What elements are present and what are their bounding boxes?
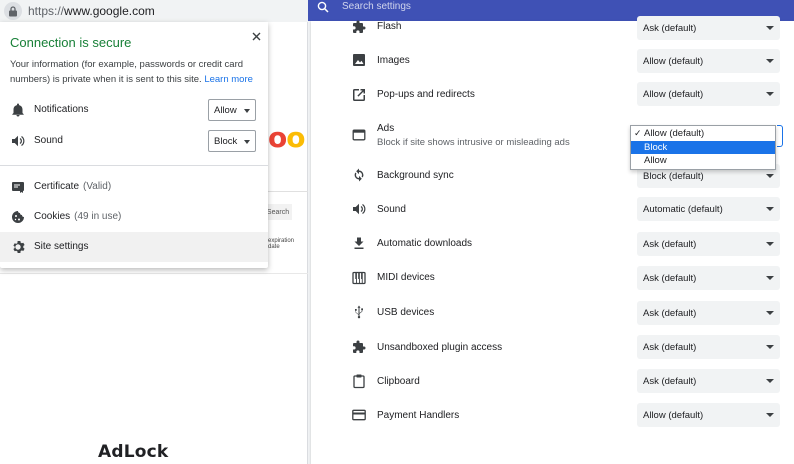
setting-row-popups[interactable]: Pop-ups and redirects Allow (default) <box>311 77 794 111</box>
adlock-watermark: AdLock <box>98 442 169 462</box>
site-info-popup: Connection is secure Your information (f… <box>0 22 268 268</box>
setting-row-flash[interactable]: Flash Ask (default) <box>311 10 794 44</box>
gear-icon <box>10 239 26 255</box>
chevron-down-icon <box>766 26 774 30</box>
credit-card-icon <box>351 407 367 423</box>
ads-option-block[interactable]: Block <box>631 141 775 154</box>
setting-row-payment-handlers[interactable]: Payment Handlers Allow (default) <box>311 398 794 432</box>
piano-keys-icon <box>351 270 367 286</box>
sync-icon <box>351 167 367 183</box>
cookies-link[interactable]: Cookies (49 in use) <box>0 202 268 232</box>
ads-window-icon <box>351 127 367 143</box>
notifications-select[interactable]: Allow <box>208 99 256 121</box>
automatic-downloads-select[interactable]: Ask (default) <box>637 232 780 256</box>
ads-option-allow[interactable]: Allow <box>631 154 775 167</box>
chevron-down-icon <box>244 109 250 113</box>
background-divider <box>0 273 308 274</box>
certificate-icon <box>10 179 26 195</box>
ads-option-allow-default[interactable]: ✓ Allow (default) <box>631 127 775 140</box>
close-icon[interactable] <box>248 28 264 44</box>
url-text[interactable]: https://www.google.com <box>28 4 155 18</box>
open-in-new-icon <box>351 87 367 103</box>
chevron-down-icon <box>766 242 774 246</box>
certificate-link[interactable]: Certificate (Valid) <box>0 172 268 202</box>
speaker-icon <box>10 133 26 149</box>
url-scheme: https:// <box>28 4 65 18</box>
setting-row-unsandboxed-plugin[interactable]: Unsandboxed plugin access Ask (default) <box>311 330 794 364</box>
browser-page-area: https://www.google.com oo Search expirat… <box>0 0 308 464</box>
usb-devices-select[interactable]: Ask (default) <box>637 301 780 325</box>
permission-row-notifications: Notifications Allow <box>0 97 268 123</box>
chevron-down-icon <box>766 413 774 417</box>
connection-description: Your information (for example, passwords… <box>10 59 253 85</box>
settings-content: Flash Ask (default) Images Allow (defaul… <box>308 16 794 464</box>
sound-select[interactable]: Block <box>208 130 256 152</box>
usb-icon <box>351 304 367 320</box>
popups-select[interactable]: Allow (default) <box>637 82 780 106</box>
setting-row-usb-devices[interactable]: USB devices Ask (default) <box>311 295 794 329</box>
clipboard-select[interactable]: Ask (default) <box>637 369 780 393</box>
speaker-icon <box>351 201 367 217</box>
chevron-down-icon <box>766 345 774 349</box>
bell-icon <box>10 102 26 118</box>
chevron-down-icon <box>766 174 774 178</box>
sound-setting-select[interactable]: Automatic (default) <box>637 197 780 221</box>
google-logo-fragment: oo <box>268 121 306 154</box>
ads-dropdown-list[interactable]: ✓ Allow (default) Block Allow <box>630 125 776 170</box>
puzzle-icon <box>351 19 367 35</box>
site-settings-card: Flash Ask (default) Images Allow (defaul… <box>311 16 794 464</box>
chevron-down-icon <box>766 379 774 383</box>
popup-divider <box>0 165 268 166</box>
lock-icon[interactable] <box>4 2 22 20</box>
setting-row-sound[interactable]: Sound Automatic (default) <box>311 192 794 226</box>
image-icon <box>351 52 367 68</box>
flash-select[interactable]: Ask (default) <box>637 16 780 40</box>
address-bar[interactable]: https://www.google.com <box>0 0 308 22</box>
checkmark-icon: ✓ <box>634 128 642 138</box>
setting-row-automatic-downloads[interactable]: Automatic downloads Ask (default) <box>311 226 794 260</box>
background-search-button: Search <box>264 204 292 220</box>
chevron-down-icon <box>766 207 774 211</box>
setting-row-midi-devices[interactable]: MIDI devices Ask (default) <box>311 260 794 294</box>
learn-more-link[interactable]: Learn more <box>204 74 253 85</box>
ads-select-focus-edge <box>777 125 783 147</box>
chevron-down-icon <box>244 140 250 144</box>
permission-row-sound: Sound Block <box>0 128 268 154</box>
chevron-down-icon <box>766 92 774 96</box>
connection-status-title: Connection is secure <box>10 35 132 50</box>
chevron-down-icon <box>766 276 774 280</box>
payment-handlers-select[interactable]: Allow (default) <box>637 403 780 427</box>
images-select[interactable]: Allow (default) <box>637 49 780 73</box>
url-host: www.google.com <box>64 4 155 18</box>
background-text: expiration date <box>268 238 295 250</box>
chevron-down-icon <box>766 311 774 315</box>
setting-row-clipboard[interactable]: Clipboard Ask (default) <box>311 364 794 398</box>
midi-devices-select[interactable]: Ask (default) <box>637 266 780 290</box>
chevron-down-icon <box>766 59 774 63</box>
cookie-icon <box>10 209 26 225</box>
unsandboxed-plugin-select[interactable]: Ask (default) <box>637 335 780 359</box>
download-icon <box>351 235 367 251</box>
puzzle-icon <box>351 339 367 355</box>
clipboard-icon <box>351 373 367 389</box>
site-settings-link[interactable]: Site settings <box>0 232 268 262</box>
setting-row-images[interactable]: Images Allow (default) <box>311 43 794 77</box>
